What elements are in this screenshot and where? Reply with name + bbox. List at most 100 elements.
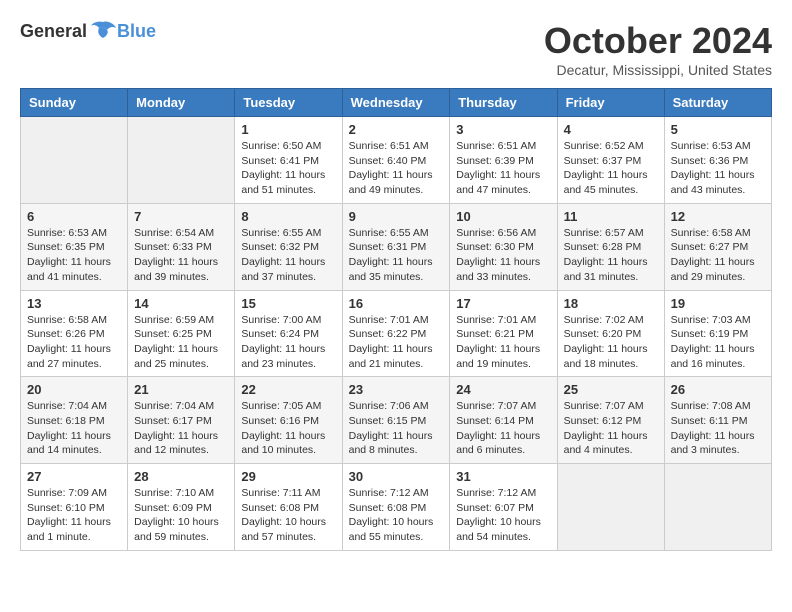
day-of-week-header: Tuesday <box>235 89 342 117</box>
day-info: Sunrise: 6:52 AM Sunset: 6:37 PM Dayligh… <box>564 139 658 198</box>
day-info: Sunrise: 6:54 AM Sunset: 6:33 PM Dayligh… <box>134 226 228 285</box>
day-number: 2 <box>349 122 444 137</box>
calendar-cell: 27 Sunrise: 7:09 AM Sunset: 6:10 PM Dayli… <box>21 464 128 551</box>
day-info: Sunrise: 7:04 AM Sunset: 6:17 PM Dayligh… <box>134 399 228 458</box>
day-info: Sunrise: 7:09 AM Sunset: 6:10 PM Dayligh… <box>27 486 121 545</box>
day-info: Sunrise: 6:55 AM Sunset: 6:32 PM Dayligh… <box>241 226 335 285</box>
day-info: Sunrise: 7:02 AM Sunset: 6:20 PM Dayligh… <box>564 313 658 372</box>
day-info: Sunrise: 6:53 AM Sunset: 6:35 PM Dayligh… <box>27 226 121 285</box>
day-info: Sunrise: 7:07 AM Sunset: 6:12 PM Dayligh… <box>564 399 658 458</box>
day-info: Sunrise: 7:01 AM Sunset: 6:21 PM Dayligh… <box>456 313 550 372</box>
day-number: 3 <box>456 122 550 137</box>
day-info: Sunrise: 7:12 AM Sunset: 6:08 PM Dayligh… <box>349 486 444 545</box>
calendar-cell: 21 Sunrise: 7:04 AM Sunset: 6:17 PM Dayli… <box>128 377 235 464</box>
calendar-table: SundayMondayTuesdayWednesdayThursdayFrid… <box>20 88 772 551</box>
day-number: 24 <box>456 382 550 397</box>
calendar-cell: 13Sunrise: 6:58 AM Sunset: 6:26 PM Dayli… <box>21 290 128 377</box>
calendar-cell: 8 Sunrise: 6:55 AM Sunset: 6:32 PM Daylig… <box>235 203 342 290</box>
day-number: 10 <box>456 209 550 224</box>
calendar-cell: 25Sunrise: 7:07 AM Sunset: 6:12 PM Dayli… <box>557 377 664 464</box>
day-number: 29 <box>241 469 335 484</box>
calendar-cell: 7Sunrise: 6:54 AM Sunset: 6:33 PM Daylig… <box>128 203 235 290</box>
day-number: 16 <box>349 296 444 311</box>
calendar-cell: 17 Sunrise: 7:01 AM Sunset: 6:21 PM Dayli… <box>450 290 557 377</box>
day-number: 27 <box>27 469 121 484</box>
calendar-week-row: 6 Sunrise: 6:53 AM Sunset: 6:35 PM Daylig… <box>21 203 772 290</box>
calendar-week-row: 27 Sunrise: 7:09 AM Sunset: 6:10 PM Dayli… <box>21 464 772 551</box>
day-info: Sunrise: 7:01 AM Sunset: 6:22 PM Dayligh… <box>349 313 444 372</box>
calendar-cell: 29 Sunrise: 7:11 AM Sunset: 6:08 PM Dayli… <box>235 464 342 551</box>
day-number: 19 <box>671 296 765 311</box>
day-info: Sunrise: 7:10 AM Sunset: 6:09 PM Dayligh… <box>134 486 228 545</box>
day-number: 9 <box>349 209 444 224</box>
day-number: 17 <box>456 296 550 311</box>
calendar-week-row: 13Sunrise: 6:58 AM Sunset: 6:26 PM Dayli… <box>21 290 772 377</box>
day-number: 14 <box>134 296 228 311</box>
day-info: Sunrise: 7:06 AM Sunset: 6:15 PM Dayligh… <box>349 399 444 458</box>
day-number: 6 <box>27 209 121 224</box>
page-header: General Blue October 2024 Decatur, Missi… <box>20 20 772 78</box>
day-info: Sunrise: 6:51 AM Sunset: 6:39 PM Dayligh… <box>456 139 550 198</box>
calendar-cell: 15Sunrise: 7:00 AM Sunset: 6:24 PM Dayli… <box>235 290 342 377</box>
month-title: October 2024 <box>544 20 772 62</box>
day-info: Sunrise: 6:56 AM Sunset: 6:30 PM Dayligh… <box>456 226 550 285</box>
day-number: 13 <box>27 296 121 311</box>
day-number: 23 <box>349 382 444 397</box>
day-info: Sunrise: 7:04 AM Sunset: 6:18 PM Dayligh… <box>27 399 121 458</box>
logo-bird-icon <box>89 20 117 42</box>
day-info: Sunrise: 7:07 AM Sunset: 6:14 PM Dayligh… <box>456 399 550 458</box>
day-info: Sunrise: 7:12 AM Sunset: 6:07 PM Dayligh… <box>456 486 550 545</box>
header-row: SundayMondayTuesdayWednesdayThursdayFrid… <box>21 89 772 117</box>
calendar-cell: 20Sunrise: 7:04 AM Sunset: 6:18 PM Dayli… <box>21 377 128 464</box>
title-block: October 2024 Decatur, Mississippi, Unite… <box>544 20 772 78</box>
calendar-cell: 5 Sunrise: 6:53 AM Sunset: 6:36 PM Daylig… <box>664 117 771 204</box>
day-number: 21 <box>134 382 228 397</box>
day-info: Sunrise: 6:59 AM Sunset: 6:25 PM Dayligh… <box>134 313 228 372</box>
calendar-week-row: 1 Sunrise: 6:50 AM Sunset: 6:41 PM Daylig… <box>21 117 772 204</box>
calendar-cell: 18 Sunrise: 7:02 AM Sunset: 6:20 PM Dayli… <box>557 290 664 377</box>
day-of-week-header: Saturday <box>664 89 771 117</box>
logo-general-text: General <box>20 21 87 42</box>
calendar-cell: 24 Sunrise: 7:07 AM Sunset: 6:14 PM Dayli… <box>450 377 557 464</box>
day-info: Sunrise: 6:57 AM Sunset: 6:28 PM Dayligh… <box>564 226 658 285</box>
calendar-cell: 16 Sunrise: 7:01 AM Sunset: 6:22 PM Dayli… <box>342 290 450 377</box>
day-of-week-header: Wednesday <box>342 89 450 117</box>
calendar-cell: 6 Sunrise: 6:53 AM Sunset: 6:35 PM Daylig… <box>21 203 128 290</box>
day-number: 1 <box>241 122 335 137</box>
calendar-cell: 12Sunrise: 6:58 AM Sunset: 6:27 PM Dayli… <box>664 203 771 290</box>
calendar-cell: 14 Sunrise: 6:59 AM Sunset: 6:25 PM Dayli… <box>128 290 235 377</box>
day-of-week-header: Thursday <box>450 89 557 117</box>
day-number: 12 <box>671 209 765 224</box>
calendar-cell: 4 Sunrise: 6:52 AM Sunset: 6:37 PM Daylig… <box>557 117 664 204</box>
calendar-cell: 23 Sunrise: 7:06 AM Sunset: 6:15 PM Dayli… <box>342 377 450 464</box>
day-number: 5 <box>671 122 765 137</box>
day-info: Sunrise: 7:03 AM Sunset: 6:19 PM Dayligh… <box>671 313 765 372</box>
day-number: 8 <box>241 209 335 224</box>
calendar-cell: 30 Sunrise: 7:12 AM Sunset: 6:08 PM Dayli… <box>342 464 450 551</box>
calendar-cell: 31 Sunrise: 7:12 AM Sunset: 6:07 PM Dayli… <box>450 464 557 551</box>
day-number: 15 <box>241 296 335 311</box>
day-number: 18 <box>564 296 658 311</box>
calendar-cell: 10 Sunrise: 6:56 AM Sunset: 6:30 PM Dayli… <box>450 203 557 290</box>
day-of-week-header: Monday <box>128 89 235 117</box>
location-text: Decatur, Mississippi, United States <box>544 62 772 78</box>
calendar-cell: 26Sunrise: 7:08 AM Sunset: 6:11 PM Dayli… <box>664 377 771 464</box>
day-number: 31 <box>456 469 550 484</box>
day-number: 28 <box>134 469 228 484</box>
day-info: Sunrise: 6:50 AM Sunset: 6:41 PM Dayligh… <box>241 139 335 198</box>
day-info: Sunrise: 6:55 AM Sunset: 6:31 PM Dayligh… <box>349 226 444 285</box>
calendar-cell: 9 Sunrise: 6:55 AM Sunset: 6:31 PM Daylig… <box>342 203 450 290</box>
day-number: 26 <box>671 382 765 397</box>
day-number: 22 <box>241 382 335 397</box>
day-info: Sunrise: 6:51 AM Sunset: 6:40 PM Dayligh… <box>349 139 444 198</box>
day-info: Sunrise: 7:05 AM Sunset: 6:16 PM Dayligh… <box>241 399 335 458</box>
day-info: Sunrise: 7:11 AM Sunset: 6:08 PM Dayligh… <box>241 486 335 545</box>
calendar-cell: 2 Sunrise: 6:51 AM Sunset: 6:40 PM Daylig… <box>342 117 450 204</box>
calendar-cell <box>21 117 128 204</box>
day-info: Sunrise: 6:53 AM Sunset: 6:36 PM Dayligh… <box>671 139 765 198</box>
calendar-cell: 11Sunrise: 6:57 AM Sunset: 6:28 PM Dayli… <box>557 203 664 290</box>
logo-blue-text: Blue <box>117 21 156 42</box>
day-number: 4 <box>564 122 658 137</box>
day-number: 30 <box>349 469 444 484</box>
calendar-body: 1 Sunrise: 6:50 AM Sunset: 6:41 PM Daylig… <box>21 117 772 551</box>
